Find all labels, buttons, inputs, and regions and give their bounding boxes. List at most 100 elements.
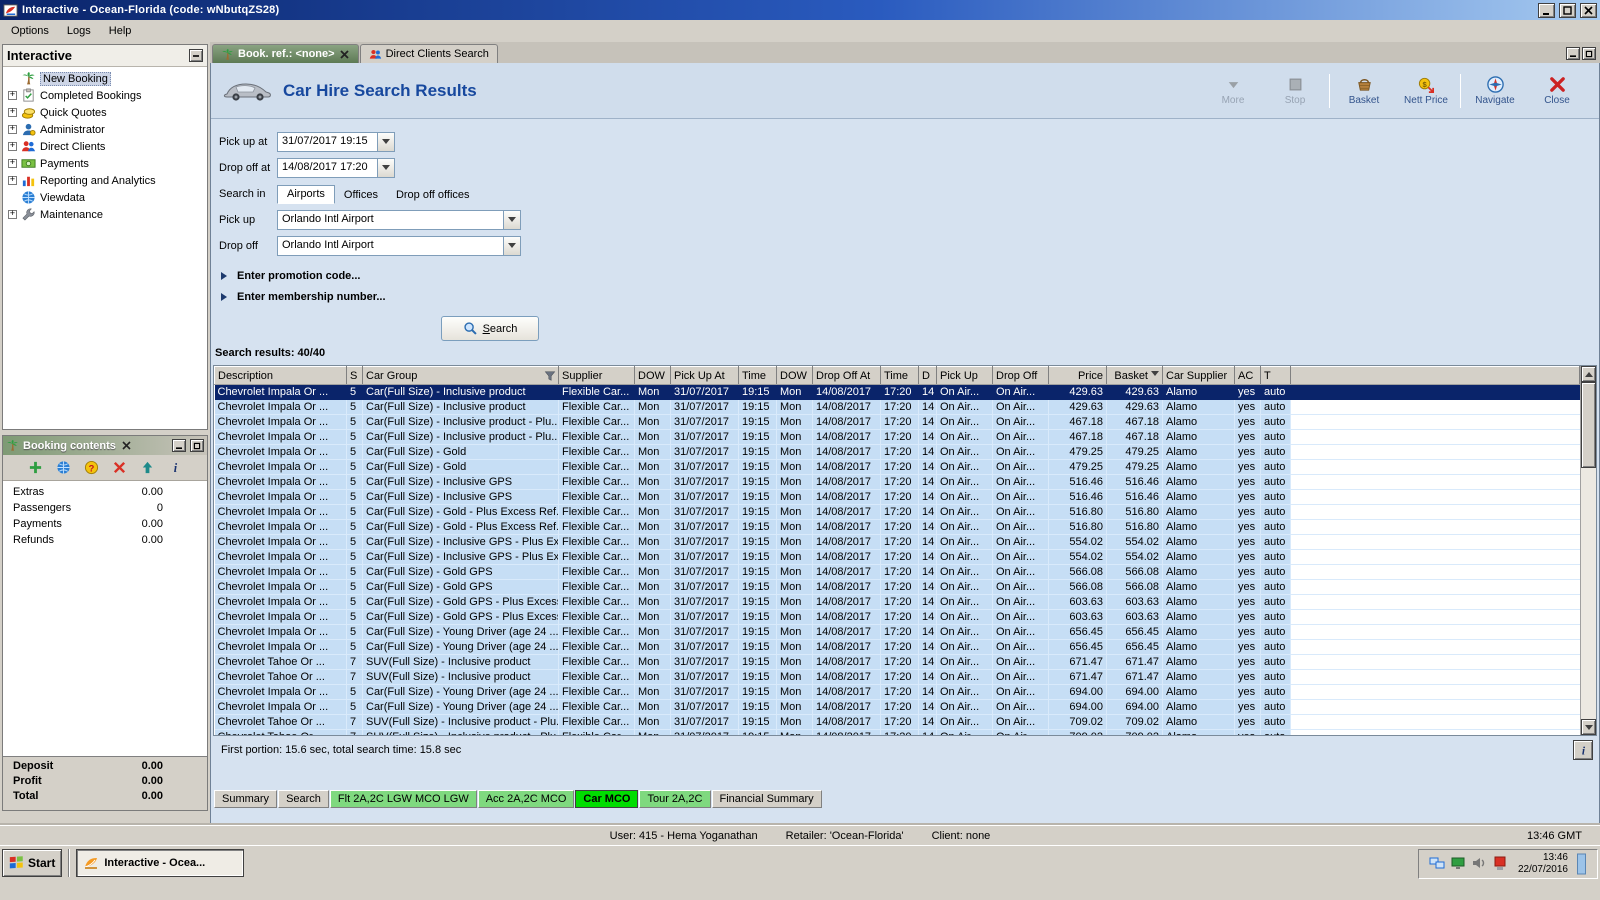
minimize-button[interactable] xyxy=(1538,3,1555,18)
sidebar-item-viewdata[interactable]: Viewdata xyxy=(3,189,207,206)
sidebar-item-quick-quotes[interactable]: +Quick Quotes xyxy=(3,104,207,121)
column-header-s-1[interactable]: S xyxy=(347,367,363,385)
search-in-tab-airports[interactable]: Airports xyxy=(277,185,335,204)
booking-restore-button[interactable] xyxy=(190,439,204,452)
tray-volume-icon[interactable] xyxy=(1471,855,1487,874)
drop-off-at-input[interactable]: 14/08/2017 17:20 xyxy=(277,158,395,178)
expand-plus-icon[interactable]: + xyxy=(8,125,17,134)
close-window-button[interactable] xyxy=(1580,3,1597,18)
sidebar-item-completed-bookings[interactable]: +Completed Bookings xyxy=(3,87,207,104)
scroll-down-button[interactable] xyxy=(1581,719,1596,735)
taskbar-task-interactive[interactable]: Interactive - Ocea... xyxy=(76,849,244,877)
expand-plus-icon[interactable]: + xyxy=(8,159,17,168)
column-header-dow-4[interactable]: DOW xyxy=(635,367,671,385)
sidebar-item-direct-clients[interactable]: +Direct Clients xyxy=(3,138,207,155)
booking-minimize-button[interactable] xyxy=(172,439,186,452)
sidebar-item-new-booking[interactable]: New Booking xyxy=(3,70,207,87)
tray-display-icon[interactable] xyxy=(1450,855,1466,874)
bottom-tab-tour-2a-2c[interactable]: Tour 2A,2C xyxy=(639,790,710,808)
column-header-car-supplier-15[interactable]: Car Supplier xyxy=(1163,367,1235,385)
menu-options[interactable]: Options xyxy=(2,22,58,40)
result-row[interactable]: Chevrolet Impala Or ...5Car(Full Size) -… xyxy=(215,580,1580,595)
booking-toolbar-send-icon[interactable] xyxy=(139,459,156,476)
column-header-drop-off-at-8[interactable]: Drop Off At xyxy=(813,367,881,385)
result-row[interactable]: Chevrolet Impala Or ...5Car(Full Size) -… xyxy=(215,460,1580,475)
expand-plus-icon[interactable]: + xyxy=(8,142,17,151)
bottom-tab-flt-2a-2c-lgw-mco-lgw[interactable]: Flt 2A,2C LGW MCO LGW xyxy=(330,790,477,808)
membership-number-expander[interactable]: Enter membership number... xyxy=(221,287,1599,306)
nett-price-button[interactable]: $Nett Price xyxy=(1398,73,1454,108)
booking-toolbar-globe-icon[interactable] xyxy=(55,459,72,476)
result-row[interactable]: Chevrolet Impala Or ...5Car(Full Size) -… xyxy=(215,385,1580,400)
column-header-dow-7[interactable]: DOW xyxy=(777,367,813,385)
column-header-car-group-2[interactable]: Car Group xyxy=(363,367,559,385)
bottom-tab-financial-summary[interactable]: Financial Summary xyxy=(712,790,822,808)
booking-toolbar-add-icon[interactable] xyxy=(27,459,44,476)
bottom-tab-car-mco[interactable]: Car MCO xyxy=(575,790,638,808)
result-row[interactable]: Chevrolet Impala Or ...5Car(Full Size) -… xyxy=(215,505,1580,520)
booking-row-extras[interactable]: Extras0.00 xyxy=(3,486,207,502)
column-header-price-13[interactable]: Price xyxy=(1049,367,1107,385)
result-row[interactable]: Chevrolet Impala Or ...5Car(Full Size) -… xyxy=(215,520,1580,535)
vertical-scrollbar[interactable] xyxy=(1580,366,1596,735)
sidebar-item-payments[interactable]: +Payments xyxy=(3,155,207,172)
result-row[interactable]: Chevrolet Tahoe Or ...7SUV(Full Size) - … xyxy=(215,715,1580,730)
result-row[interactable]: Chevrolet Impala Or ...5Car(Full Size) -… xyxy=(215,595,1580,610)
column-header-time-9[interactable]: Time xyxy=(881,367,919,385)
result-row[interactable]: Chevrolet Impala Or ...5Car(Full Size) -… xyxy=(215,400,1580,415)
result-row[interactable]: Chevrolet Impala Or ...5Car(Full Size) -… xyxy=(215,700,1580,715)
column-header-basket-14[interactable]: Basket xyxy=(1107,367,1163,385)
result-row[interactable]: Chevrolet Impala Or ...5Car(Full Size) -… xyxy=(215,685,1580,700)
result-row[interactable]: Chevrolet Impala Or ...5Car(Full Size) -… xyxy=(215,445,1580,460)
result-row[interactable]: Chevrolet Impala Or ...5Car(Full Size) -… xyxy=(215,610,1580,625)
search-in-tab-drop-off-offices[interactable]: Drop off offices xyxy=(387,187,479,204)
menu-logs[interactable]: Logs xyxy=(58,22,100,40)
column-header-ac-16[interactable]: AC xyxy=(1235,367,1261,385)
result-row[interactable]: Chevrolet Impala Or ...5Car(Full Size) -… xyxy=(215,565,1580,580)
result-row[interactable]: Chevrolet Tahoe Or ...7SUV(Full Size) - … xyxy=(215,670,1580,685)
sidebar-item-maintenance[interactable]: +Maintenance xyxy=(3,206,207,223)
sidebar-item-administrator[interactable]: +Administrator xyxy=(3,121,207,138)
bottom-tab-search[interactable]: Search xyxy=(278,790,329,808)
booking-row-payments[interactable]: Payments0.00 xyxy=(3,518,207,534)
column-header-d-10[interactable]: D xyxy=(919,367,937,385)
result-row[interactable]: Chevrolet Impala Or ...5Car(Full Size) -… xyxy=(215,475,1580,490)
bottom-tab-summary[interactable]: Summary xyxy=(214,790,277,808)
maximize-button[interactable] xyxy=(1559,3,1576,18)
pick-up-at-input[interactable]: 31/07/2017 19:15 xyxy=(277,132,395,152)
tab-book-ref-none[interactable]: Book. ref.: <none> xyxy=(212,44,359,63)
column-header-pick-up-11[interactable]: Pick Up xyxy=(937,367,993,385)
booking-toolbar-info-icon[interactable]: i xyxy=(167,459,184,476)
result-row[interactable]: Chevrolet Impala Or ...5Car(Full Size) -… xyxy=(215,535,1580,550)
expand-plus-icon[interactable]: + xyxy=(8,176,17,185)
tab-minimize-button[interactable] xyxy=(1566,47,1580,60)
scroll-up-button[interactable] xyxy=(1581,366,1596,382)
result-row[interactable]: Chevrolet Impala Or ...5Car(Full Size) -… xyxy=(215,490,1580,505)
column-header-t-17[interactable]: T xyxy=(1261,367,1291,385)
result-row[interactable]: Chevrolet Impala Or ...5Car(Full Size) -… xyxy=(215,415,1580,430)
dropdown-button[interactable] xyxy=(377,133,394,151)
promotion-code-expander[interactable]: Enter promotion code... xyxy=(221,266,1599,285)
drop-off-select[interactable]: Orlando Intl Airport xyxy=(277,236,521,256)
search-in-tab-offices[interactable]: Offices xyxy=(335,187,387,204)
booking-toolbar-help-icon[interactable]: ? xyxy=(83,459,100,476)
menu-help[interactable]: Help xyxy=(100,22,141,40)
navigate-button[interactable]: Navigate xyxy=(1467,73,1523,108)
result-row[interactable]: Chevrolet Tahoe Or ...7SUV(Full Size) - … xyxy=(215,730,1580,736)
pick-up-select[interactable]: Orlando Intl Airport xyxy=(277,210,521,230)
search-button[interactable]: Search xyxy=(441,316,539,341)
dropdown-button[interactable] xyxy=(377,159,394,177)
tab-direct-clients-search[interactable]: Direct Clients Search xyxy=(360,44,498,63)
tray-network-icon[interactable] xyxy=(1429,855,1445,874)
close-button[interactable]: Close xyxy=(1529,73,1585,108)
basket-button[interactable]: Basket xyxy=(1336,73,1392,108)
collapse-panel-button[interactable] xyxy=(189,49,203,62)
column-header-pick-up-at-5[interactable]: Pick Up At xyxy=(671,367,739,385)
booking-toolbar-delete-icon[interactable] xyxy=(111,459,128,476)
result-row[interactable]: Chevrolet Impala Or ...5Car(Full Size) -… xyxy=(215,550,1580,565)
bottom-tab-acc-2a-2c-mco[interactable]: Acc 2A,2C MCO xyxy=(478,790,575,808)
result-row[interactable]: Chevrolet Impala Or ...5Car(Full Size) -… xyxy=(215,430,1580,445)
dropdown-button[interactable] xyxy=(503,211,520,229)
tab-close-icon[interactable] xyxy=(339,49,350,60)
start-button[interactable]: Start xyxy=(2,849,62,877)
